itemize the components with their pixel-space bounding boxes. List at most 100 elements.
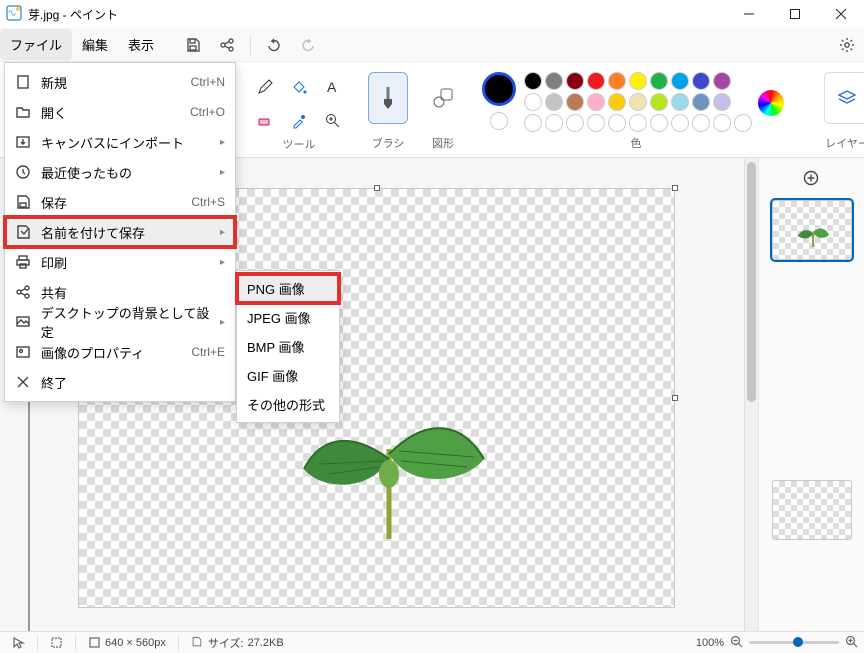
share-icon[interactable]: [210, 30, 244, 60]
file-wallpaper[interactable]: デスクトップの背景として設定 ▸: [5, 307, 235, 337]
color-swatch[interactable]: [524, 72, 542, 90]
color-swatch[interactable]: [650, 72, 668, 90]
menubar: ファイル 編集 表示: [0, 28, 864, 62]
canvas-dims: 640 × 560px: [82, 636, 172, 649]
save-icon[interactable]: [176, 30, 210, 60]
color-swatch[interactable]: [692, 72, 710, 90]
color-swatch[interactable]: [524, 93, 542, 111]
redo-icon[interactable]: [291, 30, 325, 60]
group-colors: 色: [468, 62, 804, 157]
file-open[interactable]: 開く Ctrl+O: [5, 97, 235, 127]
brush-dropdown[interactable]: [368, 72, 408, 124]
color-primary[interactable]: [482, 72, 516, 106]
properties-icon: [13, 344, 33, 360]
file-save-as[interactable]: 名前を付けて保存 ▸: [5, 217, 235, 247]
color-swatch-empty[interactable]: [734, 114, 752, 132]
save-as-png[interactable]: PNG 画像: [237, 274, 339, 303]
color-swatch[interactable]: [587, 72, 605, 90]
zoom-slider[interactable]: [749, 641, 839, 644]
chevron-right-icon: ▸: [220, 317, 225, 328]
resize-handle-n[interactable]: [374, 185, 380, 191]
layer-thumb-1[interactable]: [772, 200, 852, 260]
resize-handle-ne[interactable]: [672, 185, 678, 191]
minimize-button[interactable]: [726, 0, 772, 28]
zoom-out-button[interactable]: [730, 635, 743, 651]
save-as-bmp[interactable]: BMP 画像: [237, 332, 339, 361]
color-secondary[interactable]: [490, 112, 508, 130]
maximize-button[interactable]: [772, 0, 818, 28]
color-swatch-empty[interactable]: [608, 114, 626, 132]
layers-label: レイヤー: [825, 135, 864, 155]
zoom-control: 100%: [696, 635, 858, 651]
file-import[interactable]: キャンバスにインポート ▸: [5, 127, 235, 157]
group-layers: レイヤー: [804, 62, 864, 157]
color-swatch[interactable]: [650, 93, 668, 111]
color-swatch[interactable]: [713, 93, 731, 111]
color-swatch-empty[interactable]: [524, 114, 542, 132]
layers-panel: [758, 158, 864, 631]
color-swatch[interactable]: [608, 72, 626, 90]
layer-thumb-bg[interactable]: [772, 480, 852, 540]
color-wheel-icon[interactable]: [758, 90, 784, 116]
color-swatch-empty[interactable]: [713, 114, 731, 132]
pencil-tool-icon[interactable]: [250, 72, 280, 102]
save-as-submenu: PNG 画像 JPEG 画像 BMP 画像 GIF 画像 その他の形式: [236, 270, 340, 423]
vertical-zoom-slider[interactable]: [19, 384, 39, 631]
save-as-icon: [13, 224, 33, 240]
color-swatch-empty[interactable]: [566, 114, 584, 132]
color-swatch-empty[interactable]: [650, 114, 668, 132]
text-tool-icon[interactable]: A: [318, 72, 348, 102]
chevron-right-icon: ▸: [220, 137, 225, 148]
menu-edit[interactable]: 編集: [72, 29, 118, 60]
color-swatch[interactable]: [671, 93, 689, 111]
file-new[interactable]: 新規 Ctrl+N: [5, 67, 235, 97]
fill-tool-icon[interactable]: [284, 72, 314, 102]
color-swatch[interactable]: [587, 93, 605, 111]
color-swatch[interactable]: [629, 93, 647, 111]
color-swatch-empty[interactable]: [629, 114, 647, 132]
resize-handle-e[interactable]: [672, 395, 678, 401]
save-as-jpeg[interactable]: JPEG 画像: [237, 303, 339, 332]
color-swatch[interactable]: [713, 72, 731, 90]
color-swatch[interactable]: [545, 72, 563, 90]
file-recent[interactable]: 最近使ったもの ▸: [5, 157, 235, 187]
save-as-other[interactable]: その他の形式: [237, 390, 339, 419]
file-exit[interactable]: 終了: [5, 367, 235, 397]
menu-file[interactable]: ファイル: [0, 29, 72, 60]
file-print[interactable]: 印刷 ▸: [5, 247, 235, 277]
import-icon: [13, 134, 33, 150]
zoom-in-button[interactable]: [845, 635, 858, 651]
color-swatch[interactable]: [566, 72, 584, 90]
save-icon: [13, 194, 33, 210]
color-swatch-empty[interactable]: [671, 114, 689, 132]
undo-icon[interactable]: [257, 30, 291, 60]
new-icon: [13, 74, 33, 90]
settings-icon[interactable]: [830, 30, 864, 60]
color-swatch[interactable]: [692, 93, 710, 111]
layers-toggle[interactable]: [824, 72, 864, 124]
color-swatch-empty[interactable]: [545, 114, 563, 132]
color-swatch-empty[interactable]: [692, 114, 710, 132]
color-swatch[interactable]: [671, 72, 689, 90]
color-swatch[interactable]: [545, 93, 563, 111]
zoom-value: 100%: [696, 637, 724, 649]
file-size: サイズ: 27.2KB: [185, 635, 290, 651]
magnifier-tool-icon[interactable]: [318, 106, 348, 136]
chevron-right-icon: ▸: [220, 227, 225, 238]
vertical-scrollbar[interactable]: [744, 158, 758, 631]
color-swatch[interactable]: [629, 72, 647, 90]
save-as-gif[interactable]: GIF 画像: [237, 361, 339, 390]
open-icon: [13, 104, 33, 120]
share-icon: [13, 284, 33, 300]
shapes-dropdown[interactable]: [428, 72, 458, 124]
color-swatch[interactable]: [608, 93, 626, 111]
close-button[interactable]: [818, 0, 864, 28]
add-layer-button[interactable]: [767, 166, 855, 190]
menu-view[interactable]: 表示: [118, 29, 164, 60]
file-save[interactable]: 保存 Ctrl+S: [5, 187, 235, 217]
color-swatch-empty[interactable]: [587, 114, 605, 132]
eraser-tool-icon[interactable]: [250, 106, 280, 136]
picker-tool-icon[interactable]: [284, 106, 314, 136]
color-swatch[interactable]: [566, 93, 584, 111]
file-properties[interactable]: 画像のプロパティ Ctrl+E: [5, 337, 235, 367]
